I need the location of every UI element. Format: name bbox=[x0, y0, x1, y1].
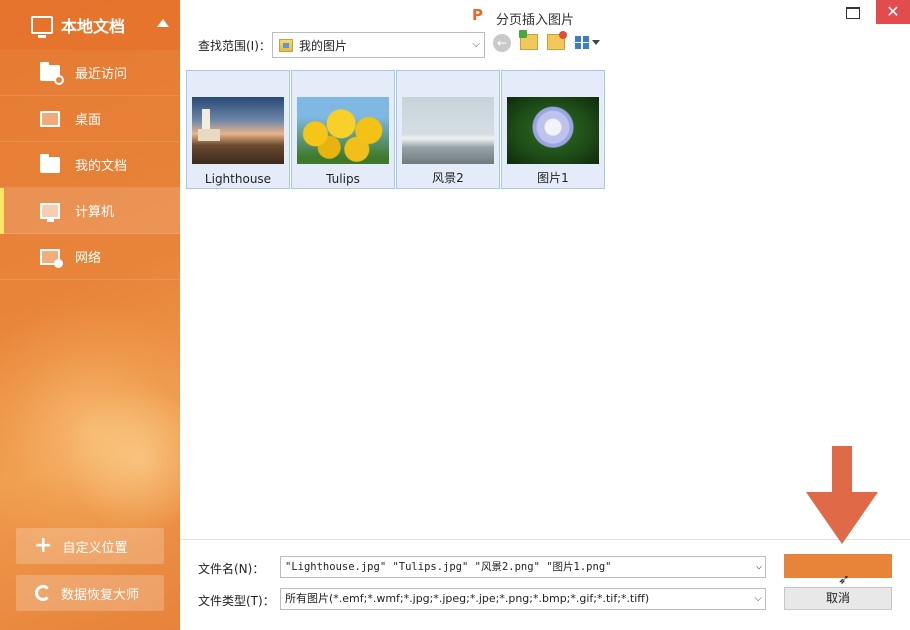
lookin-label: 查找范围(I)： bbox=[198, 39, 271, 53]
pictures-folder-icon bbox=[279, 38, 293, 52]
back-arrow-icon[interactable]: ← bbox=[493, 34, 511, 52]
up-folder-icon[interactable] bbox=[519, 30, 538, 50]
custom-location-button[interactable]: + 自定义位置 bbox=[16, 528, 164, 564]
recovery-logo-icon bbox=[35, 585, 51, 601]
custom-location-label: 自定义位置 bbox=[62, 540, 128, 556]
file-item[interactable]: Lighthouse bbox=[186, 70, 290, 189]
monitor-icon bbox=[31, 16, 53, 38]
sidebar-item-label: 桌面 bbox=[75, 113, 102, 128]
filename-input[interactable]: "Lighthouse.jpg" "Tulips.jpg" "风景2.png" … bbox=[280, 556, 766, 578]
file-name: Lighthouse bbox=[204, 172, 272, 186]
bottom-panel bbox=[180, 539, 910, 630]
filetype-select[interactable]: 所有图片(*.emf;*.wmf;*.jpg;*.jpeg;*.jpe;*.pn… bbox=[280, 588, 766, 610]
maximize-icon[interactable] bbox=[846, 7, 860, 19]
file-name: 风景2 bbox=[432, 171, 464, 185]
file-list: Lighthouse Tulips 风景2 图片1 bbox=[182, 63, 910, 539]
computer-icon bbox=[40, 202, 60, 222]
sidebar-item-my-documents[interactable]: 我的文档 bbox=[0, 142, 180, 188]
cancel-button[interactable]: 取消 bbox=[784, 587, 892, 610]
collapse-caret-icon[interactable] bbox=[157, 19, 169, 27]
window-title: 分页插入图片 bbox=[496, 13, 575, 28]
filetype-label: 文件类型(T)： bbox=[198, 594, 275, 608]
title-bar: P 分页插入图片 ✕ bbox=[180, 0, 910, 30]
filename-label: 文件名(N)： bbox=[198, 562, 265, 576]
recent-folder-icon bbox=[40, 61, 64, 85]
close-button[interactable]: ✕ bbox=[876, 0, 910, 24]
arrow-head bbox=[806, 492, 878, 544]
mouse-cursor-icon: ➶ bbox=[838, 572, 850, 588]
sidebar-item-desktop[interactable]: 桌面 bbox=[0, 96, 180, 142]
view-mode-icon[interactable] bbox=[575, 36, 589, 49]
lookin-select[interactable]: 我的图片 ⌵ bbox=[272, 32, 485, 58]
filename-value: "Lighthouse.jpg" "Tulips.jpg" "风景2.png" … bbox=[285, 561, 612, 573]
file-item[interactable]: 风景2 bbox=[396, 70, 500, 189]
sidebar-item-label: 网络 bbox=[75, 251, 102, 266]
sidebar-item-network[interactable]: 网络 bbox=[0, 234, 180, 280]
sidebar-title: 本地文档 bbox=[61, 17, 126, 36]
clock-icon bbox=[54, 74, 64, 85]
data-recovery-label: 数据恢复大师 bbox=[61, 587, 140, 603]
chevron-down-icon[interactable]: ⌵ bbox=[754, 589, 762, 609]
chevron-down-icon[interactable]: ⌵ bbox=[756, 557, 762, 577]
sidebar-item-computer[interactable]: 计算机 bbox=[0, 188, 180, 234]
thumbnail-landscape bbox=[402, 97, 494, 164]
filetype-value: 所有图片(*.emf;*.wmf;*.jpg;*.jpeg;*.jpe;*.pn… bbox=[285, 592, 650, 605]
thumbnail-lighthouse bbox=[192, 97, 284, 164]
sidebar-header[interactable]: 本地文档 bbox=[0, 0, 180, 50]
new-folder-icon[interactable] bbox=[547, 31, 567, 50]
view-mode-caret-icon[interactable] bbox=[592, 40, 600, 45]
sidebar: 本地文档 最近访问 桌面 我的文档 计算机 网络 + 自定义位置 数据恢复大师 bbox=[0, 0, 180, 630]
thumbnail-flower bbox=[507, 97, 599, 164]
wps-presentation-icon: P bbox=[472, 6, 483, 24]
lighthouse-house bbox=[198, 129, 220, 141]
file-item[interactable]: Tulips bbox=[291, 70, 395, 189]
chevron-down-icon: ⌵ bbox=[472, 39, 480, 50]
lookin-value: 我的图片 bbox=[299, 38, 348, 53]
sidebar-item-label: 我的文档 bbox=[75, 159, 128, 174]
sidebar-item-recent[interactable]: 最近访问 bbox=[0, 50, 180, 96]
network-icon bbox=[40, 248, 63, 268]
sidebar-item-label: 最近访问 bbox=[75, 67, 128, 82]
plus-icon: + bbox=[34, 533, 53, 558]
data-recovery-button[interactable]: 数据恢复大师 bbox=[16, 575, 164, 611]
file-name: 图片1 bbox=[537, 171, 569, 185]
sidebar-item-label: 计算机 bbox=[75, 205, 115, 220]
sidebar-nav: 最近访问 桌面 我的文档 计算机 网络 bbox=[0, 50, 180, 280]
annotation-arrow bbox=[806, 446, 878, 550]
desktop-icon bbox=[40, 110, 60, 127]
file-item[interactable]: 图片1 bbox=[501, 70, 605, 189]
file-name: Tulips bbox=[326, 172, 360, 186]
folder-icon bbox=[40, 153, 60, 173]
thumbnail-tulips bbox=[297, 97, 389, 164]
